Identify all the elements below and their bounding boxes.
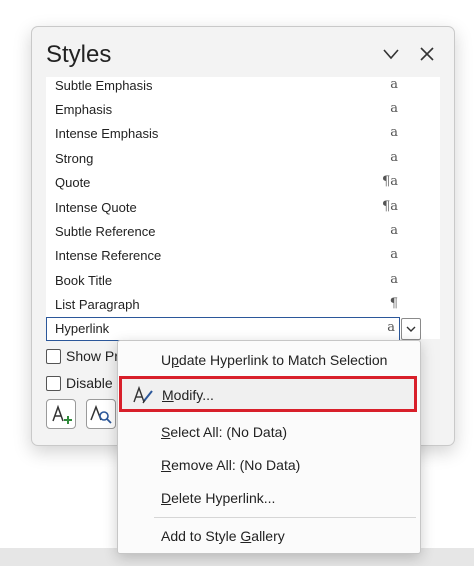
style-item-quote[interactable]: Quote ¶a: [46, 171, 440, 195]
character-style-icon: a: [390, 247, 398, 262]
chevron-down-icon[interactable]: [380, 43, 402, 65]
style-item-subtle-emphasis[interactable]: Subtle Emphasis a: [46, 77, 440, 98]
update-hyperlink-menu-item[interactable]: Update Hyperlink to Match Selection: [118, 345, 420, 375]
menu-label: Modify...: [162, 387, 214, 403]
style-item-emphasis[interactable]: Emphasis a: [46, 98, 440, 122]
style-list: Subtle Emphasis a Emphasis a Intense Emp…: [46, 77, 440, 339]
style-context-menu: Update Hyperlink to Match Selection Modi…: [117, 340, 421, 554]
new-style-button[interactable]: [46, 399, 76, 429]
style-name: Intense Quote: [55, 200, 137, 215]
style-name: Strong: [55, 151, 94, 166]
style-name: Intense Emphasis: [55, 126, 159, 141]
menu-label: Add to Style Gallery: [161, 528, 285, 544]
select-all-menu-item[interactable]: Select All: (No Data): [118, 417, 420, 447]
disable-linked-styles-label: Disable: [66, 375, 113, 391]
new-style-icon: [52, 404, 72, 424]
style-name: Intense Reference: [55, 248, 162, 263]
style-item-list-paragraph[interactable]: List Paragraph ¶: [46, 293, 440, 317]
menu-label: Remove All: (No Data): [161, 457, 301, 473]
character-style-icon: a: [390, 223, 398, 238]
style-name: List Paragraph: [55, 297, 140, 312]
paragraph-style-icon: ¶: [389, 296, 398, 311]
remove-all-menu-item[interactable]: Remove All: (No Data): [118, 450, 420, 480]
style-name: Book Title: [55, 273, 113, 288]
style-item-subtle-reference[interactable]: Subtle Reference a: [46, 220, 440, 244]
checkbox-box[interactable]: [46, 376, 61, 391]
style-inspector-button[interactable]: [86, 399, 116, 429]
style-item-intense-quote[interactable]: Intense Quote ¶a: [46, 196, 440, 220]
style-item-hyperlink[interactable]: Hyperlink a: [46, 317, 400, 341]
chevron-down-icon: [406, 326, 416, 332]
checkbox-box[interactable]: [46, 349, 61, 364]
style-name: Hyperlink: [55, 321, 110, 336]
style-name: Quote: [55, 175, 91, 190]
menu-separator: [154, 517, 416, 518]
modify-menu-item[interactable]: Modify...: [119, 376, 417, 412]
character-style-icon: a: [390, 125, 398, 140]
add-to-style-gallery-menu-item[interactable]: Add to Style Gallery: [118, 521, 420, 551]
style-name: Subtle Reference: [55, 224, 156, 239]
style-options-dropdown-button[interactable]: [401, 318, 421, 340]
character-style-icon: a: [390, 150, 398, 165]
character-style-icon: a: [387, 320, 395, 335]
menu-label: Update Hyperlink to Match Selection: [161, 352, 388, 368]
menu-label: Delete Hyperlink...: [161, 490, 276, 506]
style-item-intense-reference[interactable]: Intense Reference a: [46, 244, 440, 268]
character-style-icon: a: [390, 101, 398, 116]
modify-style-icon: [133, 385, 153, 404]
menu-label: Select All: (No Data): [161, 424, 288, 440]
delete-hyperlink-menu-item[interactable]: Delete Hyperlink...: [118, 483, 420, 513]
linked-style-icon: ¶a: [381, 174, 398, 189]
style-name: Subtle Emphasis: [55, 78, 153, 93]
style-item-intense-emphasis[interactable]: Intense Emphasis a: [46, 122, 440, 146]
character-style-icon: a: [390, 272, 398, 287]
style-inspector-icon: [90, 404, 112, 424]
pane-title: Styles: [46, 41, 112, 68]
close-icon[interactable]: [416, 43, 438, 65]
character-style-icon: a: [390, 77, 398, 92]
style-item-strong[interactable]: Strong a: [46, 147, 440, 171]
linked-style-icon: ¶a: [381, 199, 398, 214]
style-item-book-title[interactable]: Book Title a: [46, 269, 440, 293]
show-preview-label: Show Pr: [66, 348, 119, 364]
style-name: Emphasis: [55, 102, 113, 117]
